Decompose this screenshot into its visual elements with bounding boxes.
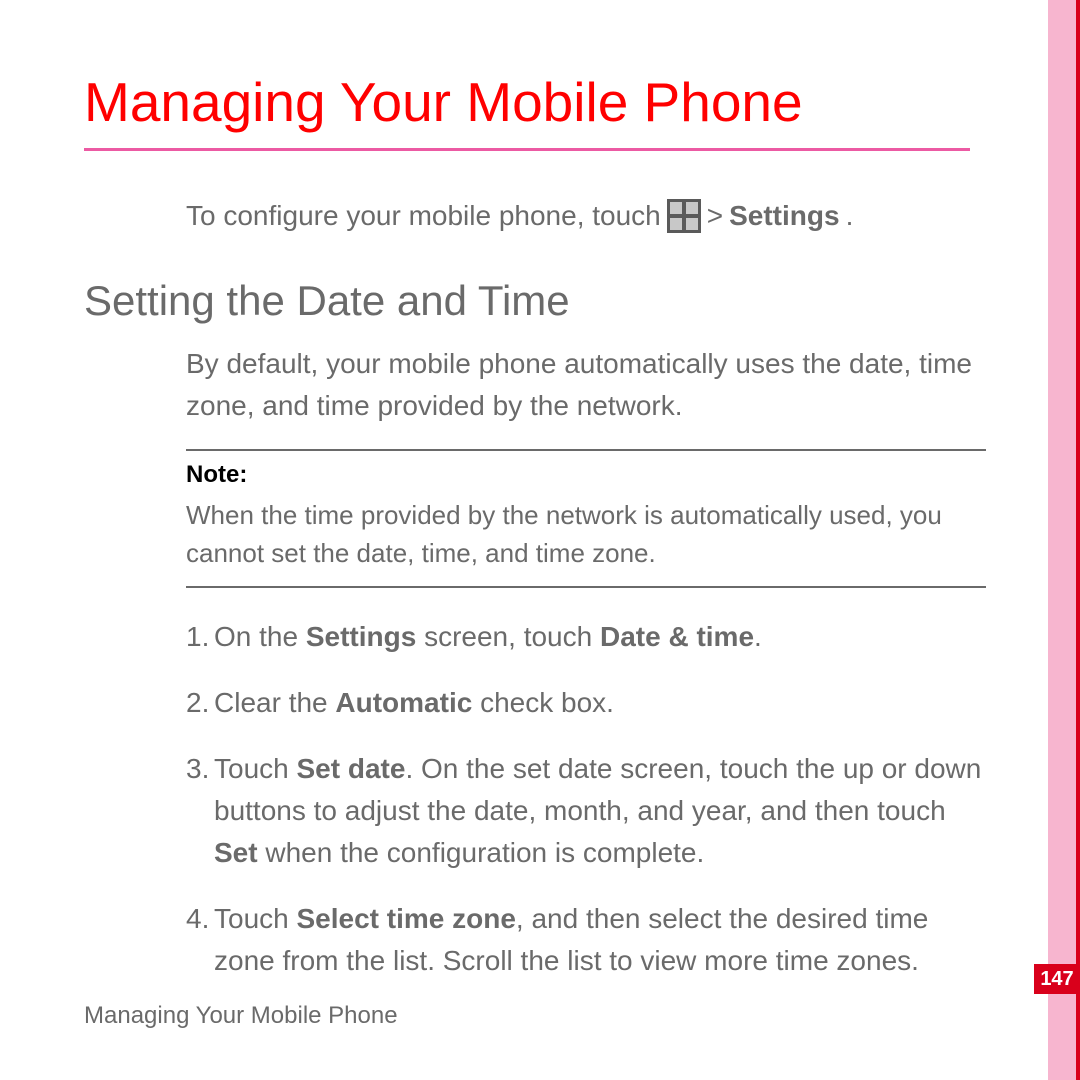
apps-grid-icon [667, 199, 701, 233]
step-number: 4. [186, 898, 214, 982]
step-text: On the Settings screen, touch Date & tim… [214, 616, 986, 658]
page-title: Managing Your Mobile Phone [84, 70, 994, 134]
intro-text-before: To configure your mobile phone, touch [186, 200, 661, 232]
note-body: When the time provided by the network is… [186, 497, 986, 572]
page-number-badge: 147 [1034, 964, 1080, 994]
right-red-edge [1076, 0, 1080, 1080]
intro-gt: > [707, 200, 723, 232]
footer-chapter-title: Managing Your Mobile Phone [84, 1002, 398, 1030]
step-text: Clear the Automatic check box. [214, 682, 986, 724]
list-item: 4. Touch Select time zone, and then sele… [186, 898, 986, 982]
note-label: Note: [186, 461, 986, 489]
page-content: Managing Your Mobile Phone To configure … [84, 70, 994, 1006]
step-number: 2. [186, 682, 214, 724]
note-block: Note: When the time provided by the netw… [186, 449, 986, 588]
section-heading: Setting the Date and Time [84, 277, 994, 325]
intro-line: To configure your mobile phone, touch > … [186, 199, 994, 233]
intro-period: . [846, 200, 854, 232]
step-number: 3. [186, 748, 214, 874]
step-text: Touch Set date. On the set date screen, … [214, 748, 986, 874]
section-paragraph: By default, your mobile phone automatica… [186, 343, 986, 427]
list-item: 3. Touch Set date. On the set date scree… [186, 748, 986, 874]
steps-list: 1. On the Settings screen, touch Date & … [186, 616, 986, 982]
list-item: 2. Clear the Automatic check box. [186, 682, 986, 724]
list-item: 1. On the Settings screen, touch Date & … [186, 616, 986, 658]
step-number: 1. [186, 616, 214, 658]
intro-settings-label: Settings [729, 200, 839, 232]
title-underline [84, 148, 970, 151]
step-text: Touch Select time zone, and then select … [214, 898, 986, 982]
